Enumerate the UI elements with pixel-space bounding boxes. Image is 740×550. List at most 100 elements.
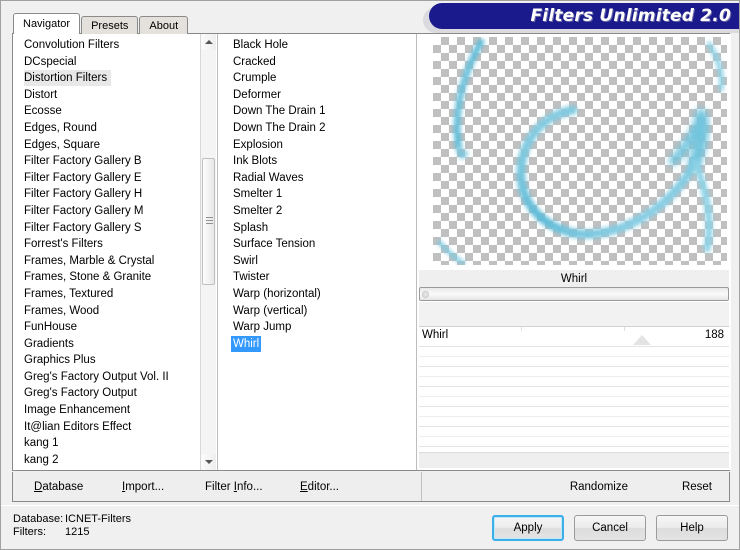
parameter-row[interactable] [419,426,729,446]
apply-button[interactable]: Apply [492,515,564,541]
list-item[interactable]: Warp Jump [218,319,415,336]
database-label: Database: [13,513,64,525]
list-item[interactable]: Splash [218,220,415,237]
category-list-panel[interactable]: Convolution Filters DCspecial Distortion… [13,34,216,470]
category-label: kang 2 [24,453,59,466]
list-item[interactable]: Filter Factory Gallery S [13,220,216,237]
category-label: Distort [24,88,58,101]
database-link[interactable]: Database [34,481,83,493]
list-item[interactable]: Twister [218,269,415,286]
parameter-header-label: Whirl [560,272,588,285]
list-item[interactable]: Explosion [218,137,415,154]
list-item[interactable]: kang 1 [13,435,216,452]
tabstrip: Navigator Presets About [13,13,189,34]
tab-about[interactable]: About [139,16,189,34]
list-item[interactable]: Crumple [218,70,415,87]
category-label: It@lian Editors Effect [24,420,132,433]
list-item[interactable]: Frames, Textured [13,286,216,303]
list-item[interactable]: Forrest's Filters [13,236,216,253]
list-item[interactable]: Warp (vertical) [218,303,415,320]
list-item[interactable]: Image Enhancement [13,402,216,419]
list-item[interactable]: Convolution Filters [13,37,216,54]
list-item-selected[interactable]: Distortion Filters [13,70,216,87]
scrollbar-knob-icon[interactable] [422,291,429,298]
category-label: FunHouse [24,321,78,334]
list-item[interactable]: Filter Factory Gallery E [13,170,216,187]
tab-presets[interactable]: Presets [81,16,139,34]
list-item[interactable]: Warp (horizontal) [218,286,415,303]
category-label: Frames, Textured [24,287,114,300]
list-item[interactable]: Frames, Marble & Crystal [13,253,216,270]
parameter-scrollbar[interactable] [419,287,729,301]
category-label: Image Enhancement [24,404,131,417]
filter-list-panel[interactable]: Black Hole Cracked Crumple Deformer Down… [217,34,415,470]
list-item[interactable]: Smelter 2 [218,203,415,220]
filter-label: Deformer [233,88,281,101]
content-frame: Convolution Filters DCspecial Distortion… [12,33,731,471]
status-database-row: Database: ICNET-Filters [13,513,131,526]
scrollbar-thumb[interactable] [202,158,215,285]
list-item[interactable]: kang 2 [13,452,216,469]
list-item[interactable]: Graphics Plus [13,352,216,369]
tab-navigator[interactable]: Navigator [13,13,81,34]
parameter-row[interactable] [419,406,729,426]
list-item[interactable]: Deformer [218,87,415,104]
list-item[interactable]: Swirl [218,253,415,270]
list-item[interactable]: Down The Drain 2 [218,120,415,137]
help-button[interactable]: Help [656,515,728,541]
parameter-header: Whirl [419,270,729,287]
list-item[interactable]: Edges, Square [13,137,216,154]
list-item[interactable]: Filter Factory Gallery M [13,203,216,220]
import-link[interactable]: Import... [122,481,164,493]
list-item[interactable]: FunHouse [13,319,216,336]
list-item[interactable]: Gradients [13,336,216,353]
filter-label: Warp Jump [233,321,292,334]
preview-swirl-graphic [437,38,724,265]
parameter-row[interactable] [419,366,729,386]
parameter-row[interactable]: Whirl 188 [419,326,729,346]
category-label: DCspecial [24,55,77,68]
list-item[interactable]: Frames, Stone & Granite [13,269,216,286]
list-item[interactable]: Smelter 1 [218,186,415,203]
list-item[interactable]: Cracked [218,54,415,71]
scroll-up-icon[interactable] [201,34,216,50]
list-item[interactable]: Greg's Factory Output [13,385,216,402]
list-item-selected[interactable]: Whirl [218,335,415,353]
cancel-button-label: Cancel [592,522,628,534]
filter-label: Black Hole [233,39,288,51]
cancel-button[interactable]: Cancel [574,515,646,541]
parameter-name: Whirl [422,329,452,341]
filter-label: Surface Tension [233,238,316,251]
list-item[interactable]: Filter Factory Gallery H [13,186,216,203]
scroll-down-icon[interactable] [201,454,216,470]
parameter-row[interactable] [419,346,729,366]
slider-thumb-icon[interactable] [633,335,652,345]
parameter-row[interactable] [419,386,729,406]
list-item[interactable]: Down The Drain 1 [218,103,415,120]
randomize-button[interactable]: Randomize [570,481,628,493]
list-item[interactable]: Filter Factory Gallery B [13,153,216,170]
list-item[interactable]: Greg's Factory Output Vol. II [13,369,216,386]
filters-label: Filters: [13,526,46,538]
preview-panel: Whirl Whirl 188 [416,34,731,470]
filter-list: Black Hole Cracked Crumple Deformer Down… [218,37,415,353]
category-label: Filter Factory Gallery B [24,155,142,168]
list-item[interactable]: It@lian Editors Effect [13,419,216,436]
list-item[interactable]: Distort [13,87,216,104]
category-scrollbar[interactable] [200,34,216,470]
list-item[interactable]: Frames, Wood [13,303,216,320]
list-item[interactable]: Radial Waves [218,170,415,187]
reset-button[interactable]: Reset [682,481,712,493]
editor-link[interactable]: Editor... [300,481,339,493]
list-item[interactable]: Edges, Round [13,120,216,137]
filter-label: Radial Waves [233,171,304,184]
list-item[interactable]: Ecosse [13,103,216,120]
list-item[interactable]: Ink Blots [218,153,415,170]
parameter-gap [419,302,729,326]
list-item[interactable]: DCspecial [13,54,216,71]
filter-label: Cracked [233,55,276,68]
filter-info-link[interactable]: Filter Info... [205,481,263,493]
list-item[interactable]: Black Hole [218,37,415,54]
filter-preview[interactable] [433,37,727,265]
list-item[interactable]: Surface Tension [218,236,415,253]
